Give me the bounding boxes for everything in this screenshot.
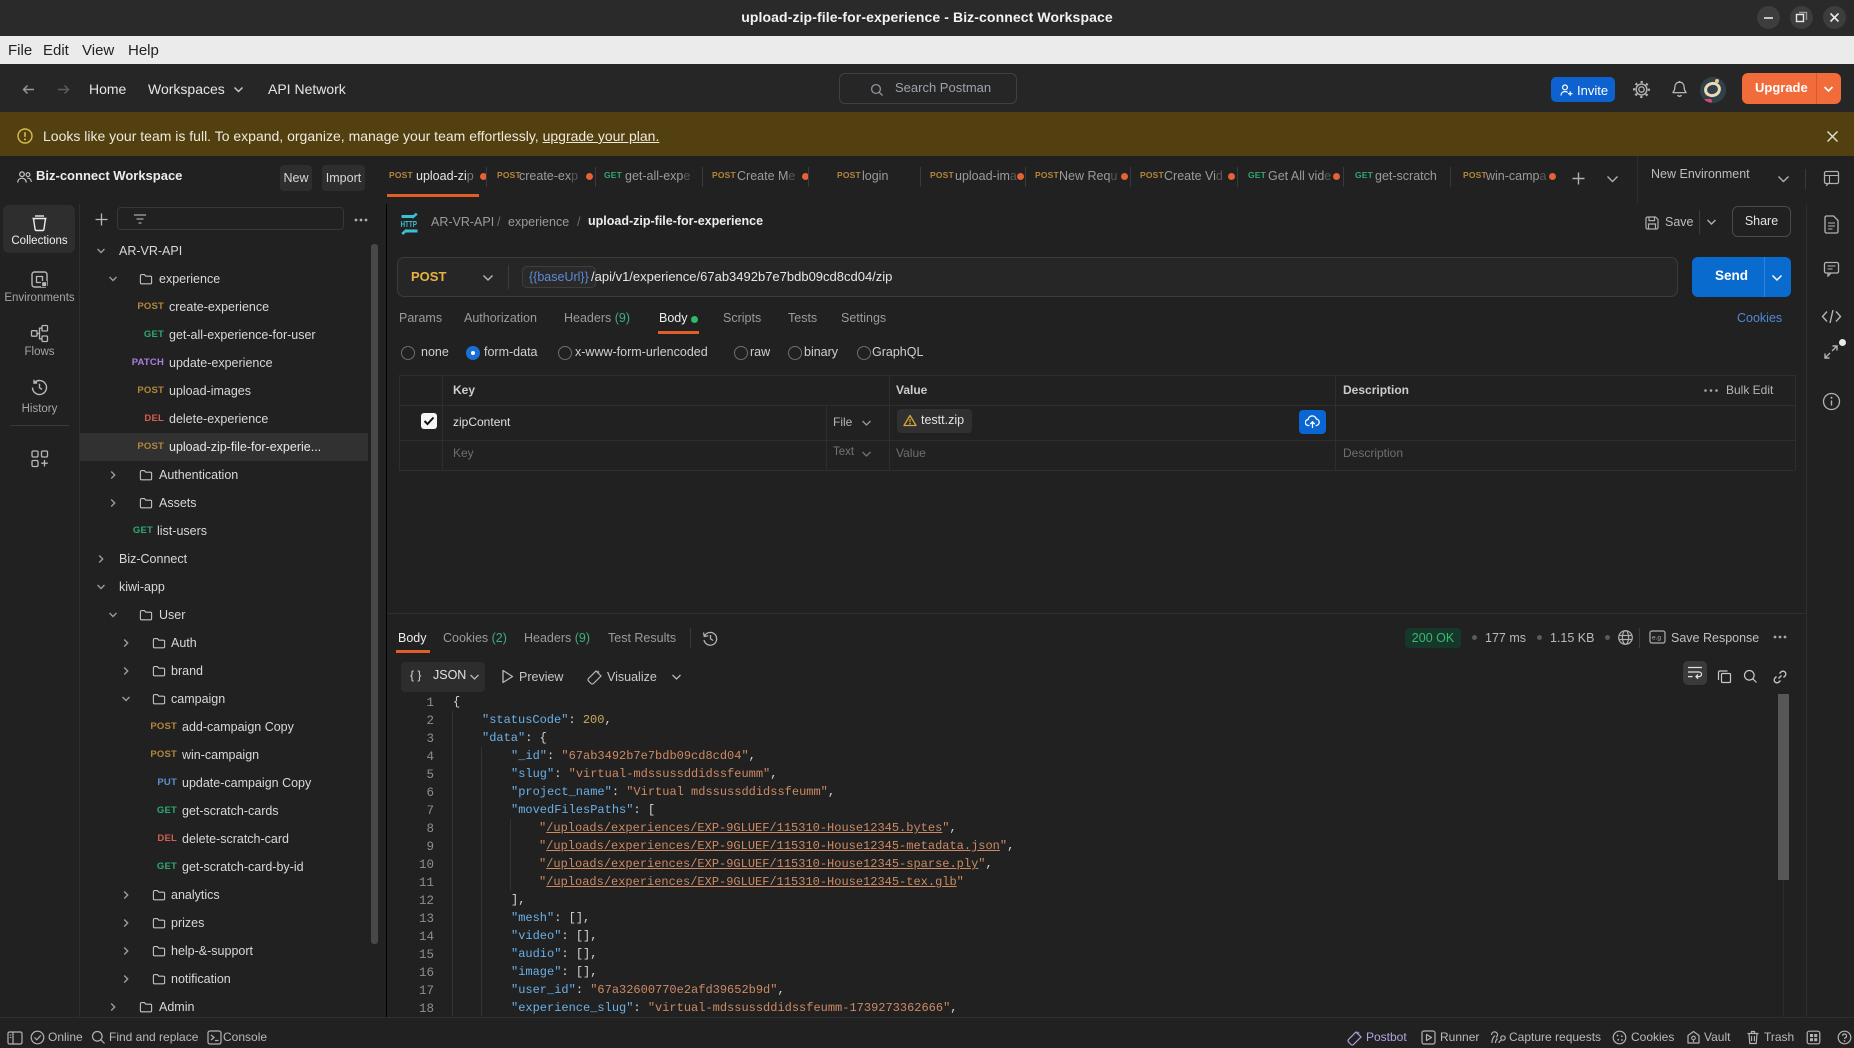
svg-text:HTTP: HTTP [401,219,418,229]
svg-text:e.g: e.g [1652,635,1661,642]
